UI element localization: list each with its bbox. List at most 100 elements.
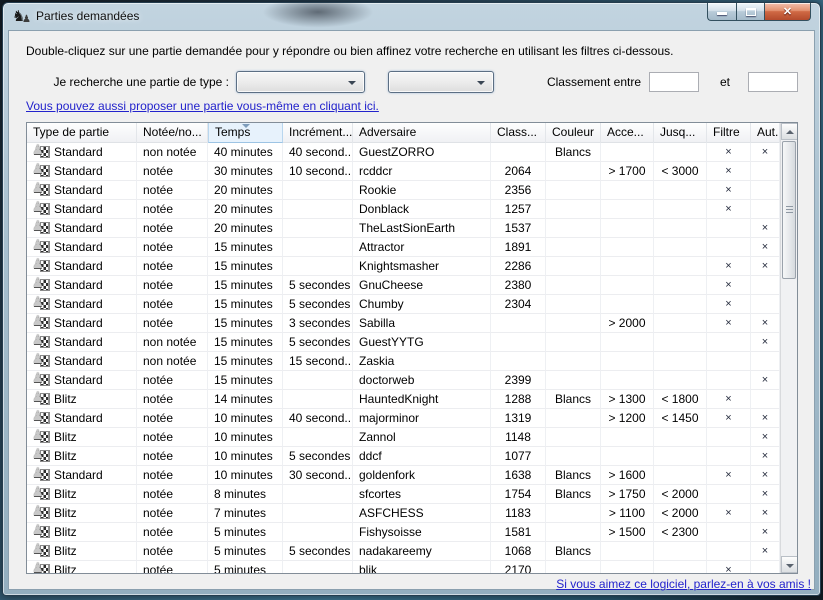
- table-row[interactable]: ♟Standardnotée10 minutes30 second...gold…: [27, 466, 780, 485]
- cell-7: [601, 333, 654, 352]
- cell-9: ×: [707, 409, 751, 428]
- cell-10: ×: [751, 333, 780, 352]
- cell-4: Sabilla: [353, 314, 491, 333]
- cell-7: [601, 428, 654, 447]
- maximize-icon: [746, 8, 756, 16]
- table-row[interactable]: ♟Blitznotée14 minutesHauntedKnight1288Bl…: [27, 390, 780, 409]
- cell-10: ×: [751, 542, 780, 561]
- table-row[interactable]: ♟Standardnotée10 minutes40 second...majo…: [27, 409, 780, 428]
- cell-1: notée: [137, 276, 208, 295]
- maximize-button[interactable]: [736, 3, 764, 21]
- and-label: et: [711, 71, 739, 93]
- cell-6: [546, 219, 601, 238]
- share-with-friends-link[interactable]: Si vous aimez ce logiciel, parlez-en à v…: [556, 577, 811, 591]
- table-row[interactable]: ♟Standardnotée20 minutesTheLastSionEarth…: [27, 219, 780, 238]
- cell-9: [707, 428, 751, 447]
- column-header-0[interactable]: Type de partie: [27, 123, 137, 143]
- table-row[interactable]: ♟Blitznotée5 minutesblik2170×: [27, 561, 780, 573]
- vertical-scrollbar[interactable]: [780, 123, 797, 573]
- table-row[interactable]: ♟Standardnotée15 minutesAttractor1891×: [27, 238, 780, 257]
- table-row[interactable]: ♟Standardnotée15 minutes5 secondesChumby…: [27, 295, 780, 314]
- table-row[interactable]: ♟Blitznotée10 minutes5 secondesddcf1077×: [27, 447, 780, 466]
- cell-6: [546, 447, 601, 466]
- cell-9: ×: [707, 561, 751, 573]
- cell-5: 2399: [491, 371, 546, 390]
- pawn-board-icon: ♟: [33, 202, 50, 216]
- cell-8: < 1450: [654, 409, 707, 428]
- game-subtype-select[interactable]: [388, 71, 494, 93]
- cell-6: [546, 561, 601, 573]
- cell-10: [751, 295, 780, 314]
- table-row[interactable]: ♟Standardnon notée15 minutes5 secondesGu…: [27, 333, 780, 352]
- scroll-down-button[interactable]: [781, 556, 798, 573]
- cell-4: ASFCHESS: [353, 504, 491, 523]
- table-row[interactable]: ♟Standardnotée15 minutes5 secondesGnuChe…: [27, 276, 780, 295]
- table-row[interactable]: ♟Standardnotée20 minutesDonblack1257×: [27, 200, 780, 219]
- close-icon: ✕: [783, 6, 792, 18]
- game-type-text: Standard: [54, 295, 103, 313]
- table-row[interactable]: ♟Standardnotée15 minutesdoctorweb2399×: [27, 371, 780, 390]
- cell-0: ♟Standard: [27, 238, 137, 257]
- cell-1: notée: [137, 409, 208, 428]
- column-header-6[interactable]: Couleur: [546, 123, 601, 143]
- cell-8: < 3000: [654, 162, 707, 181]
- game-type-text: Blitz: [54, 485, 77, 503]
- column-header-1[interactable]: Notée/no...: [137, 123, 208, 143]
- cell-5: 1537: [491, 219, 546, 238]
- column-header-8[interactable]: Jusq...: [654, 123, 707, 143]
- column-header-3[interactable]: Incrément...: [283, 123, 353, 143]
- table-row[interactable]: ♟Blitznotée8 minutessfcortes1754Blancs> …: [27, 485, 780, 504]
- cell-7: > 1300: [601, 390, 654, 409]
- game-type-select[interactable]: [236, 71, 365, 93]
- table-row[interactable]: ♟Standardnotée20 minutesRookie2356×: [27, 181, 780, 200]
- column-header-5[interactable]: Class...: [491, 123, 546, 143]
- cell-10: ×: [751, 504, 780, 523]
- minimize-button[interactable]: [707, 3, 736, 21]
- column-header-2[interactable]: Temps: [208, 123, 283, 143]
- cell-4: Chumby: [353, 295, 491, 314]
- cell-9: [707, 371, 751, 390]
- table-row[interactable]: ♟Blitznotée7 minutesASFCHESS1183> 1100< …: [27, 504, 780, 523]
- game-type-text: Blitz: [54, 447, 77, 465]
- game-type-label: Je recherche une partie de type :: [9, 71, 229, 93]
- table-row[interactable]: ♟Blitznotée5 minutes5 secondesnadakareem…: [27, 542, 780, 561]
- propose-game-link[interactable]: Vous pouvez aussi proposer une partie vo…: [26, 99, 379, 113]
- table-row[interactable]: ♟Blitznotée5 minutesFishysoisse1581> 150…: [27, 523, 780, 542]
- table-row[interactable]: ♟Blitznotée10 minutesZannol1148×: [27, 428, 780, 447]
- column-header-label: Jusq...: [660, 125, 695, 139]
- cell-9: [707, 485, 751, 504]
- cell-10: [751, 561, 780, 573]
- column-header-4[interactable]: Adversaire: [353, 123, 491, 143]
- cell-9: ×: [707, 276, 751, 295]
- cell-3: 40 second...: [283, 143, 353, 162]
- cell-1: notée: [137, 257, 208, 276]
- cell-7: [601, 276, 654, 295]
- game-type-text: Standard: [54, 466, 103, 484]
- rating-min-input[interactable]: [649, 72, 699, 92]
- scrollbar-thumb[interactable]: [782, 141, 796, 279]
- table-row[interactable]: ♟Standardnon notée40 minutes40 second...…: [27, 143, 780, 162]
- table-row[interactable]: ♟Standardnotée15 minutesKnightsmasher228…: [27, 257, 780, 276]
- cell-6: Blancs: [546, 466, 601, 485]
- cell-2: 20 minutes: [208, 219, 283, 238]
- cell-9: ×: [707, 162, 751, 181]
- rating-max-input[interactable]: [748, 72, 798, 92]
- cell-6: Blancs: [546, 143, 601, 162]
- cell-7: [601, 352, 654, 371]
- close-button[interactable]: ✕: [764, 3, 811, 21]
- table-row[interactable]: ♟Standardnon notée15 minutes15 second...…: [27, 352, 780, 371]
- dropdown-arrow-icon: [348, 81, 356, 85]
- cell-2: 14 minutes: [208, 390, 283, 409]
- column-header-9[interactable]: Filtre: [707, 123, 751, 143]
- scroll-up-button[interactable]: [781, 123, 798, 140]
- table-row[interactable]: ♟Standardnotée15 minutes3 secondesSabill…: [27, 314, 780, 333]
- cell-0: ♟Standard: [27, 371, 137, 390]
- cell-4: TheLastSionEarth: [353, 219, 491, 238]
- table-row[interactable]: ♟Standardnotée30 minutes10 second...rcdd…: [27, 162, 780, 181]
- cell-4: Donblack: [353, 200, 491, 219]
- table-header-row: Type de partieNotée/no...TempsIncrément.…: [27, 123, 780, 143]
- column-header-7[interactable]: Acce...: [601, 123, 654, 143]
- cell-8: [654, 352, 707, 371]
- title-bar[interactable]: ♞ ♟ Parties demandées ✕: [3, 3, 820, 30]
- column-header-10[interactable]: Aut...: [751, 123, 780, 143]
